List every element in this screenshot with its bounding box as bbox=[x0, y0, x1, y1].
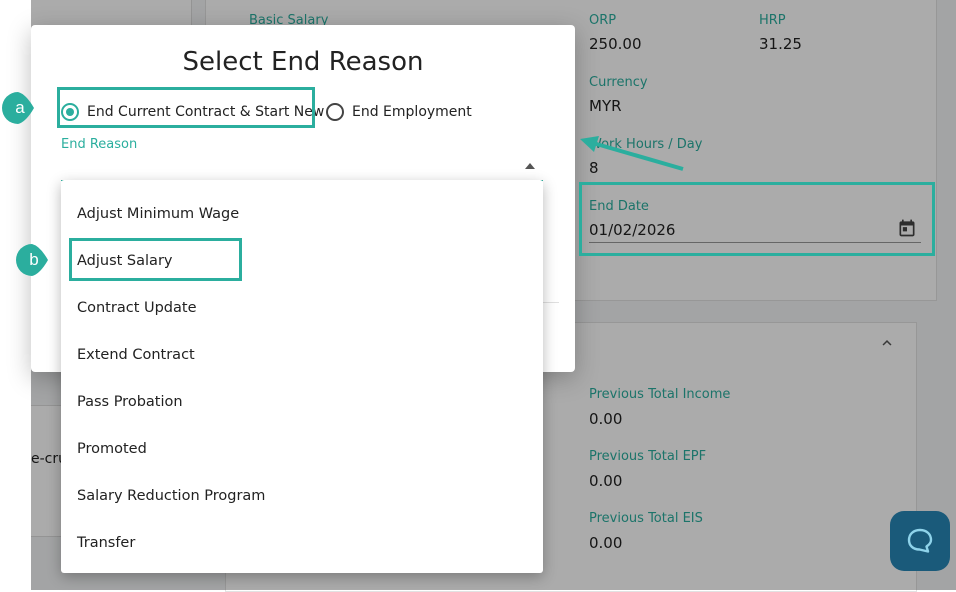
left-strip bbox=[0, 0, 31, 590]
menu-item-extend-contract[interactable]: Extend Contract bbox=[77, 345, 195, 365]
radio-end-employment[interactable]: End Employment bbox=[326, 100, 472, 124]
menu-item-pass-probation[interactable]: Pass Probation bbox=[77, 392, 183, 412]
menu-item-contract-update[interactable]: Contract Update bbox=[77, 298, 197, 318]
chat-button[interactable] bbox=[890, 511, 950, 571]
radio-unselected-icon[interactable] bbox=[326, 103, 344, 121]
marker-label-a: a bbox=[15, 98, 25, 117]
radio-label: End Employment bbox=[352, 104, 472, 120]
chat-bubble-icon bbox=[907, 528, 933, 553]
menu-item-salary-reduction-program[interactable]: Salary Reduction Program bbox=[77, 486, 265, 506]
menu-item-adjust-minimum-wage[interactable]: Adjust Minimum Wage bbox=[77, 204, 239, 224]
dropdown-arrow-icon[interactable] bbox=[525, 163, 535, 169]
menu-item-promoted[interactable]: Promoted bbox=[77, 439, 147, 459]
marker-label-b: b bbox=[29, 250, 39, 269]
highlight-box-adjust-salary bbox=[69, 238, 242, 281]
highlight-box-end-date bbox=[579, 182, 935, 256]
dialog-title: Select End Reason bbox=[182, 47, 424, 77]
annotation-arrow bbox=[580, 136, 684, 171]
menu-item-transfer[interactable]: Transfer bbox=[77, 533, 135, 553]
end-reason-label: End Reason bbox=[61, 137, 138, 152]
highlight-box-radio bbox=[57, 87, 315, 128]
